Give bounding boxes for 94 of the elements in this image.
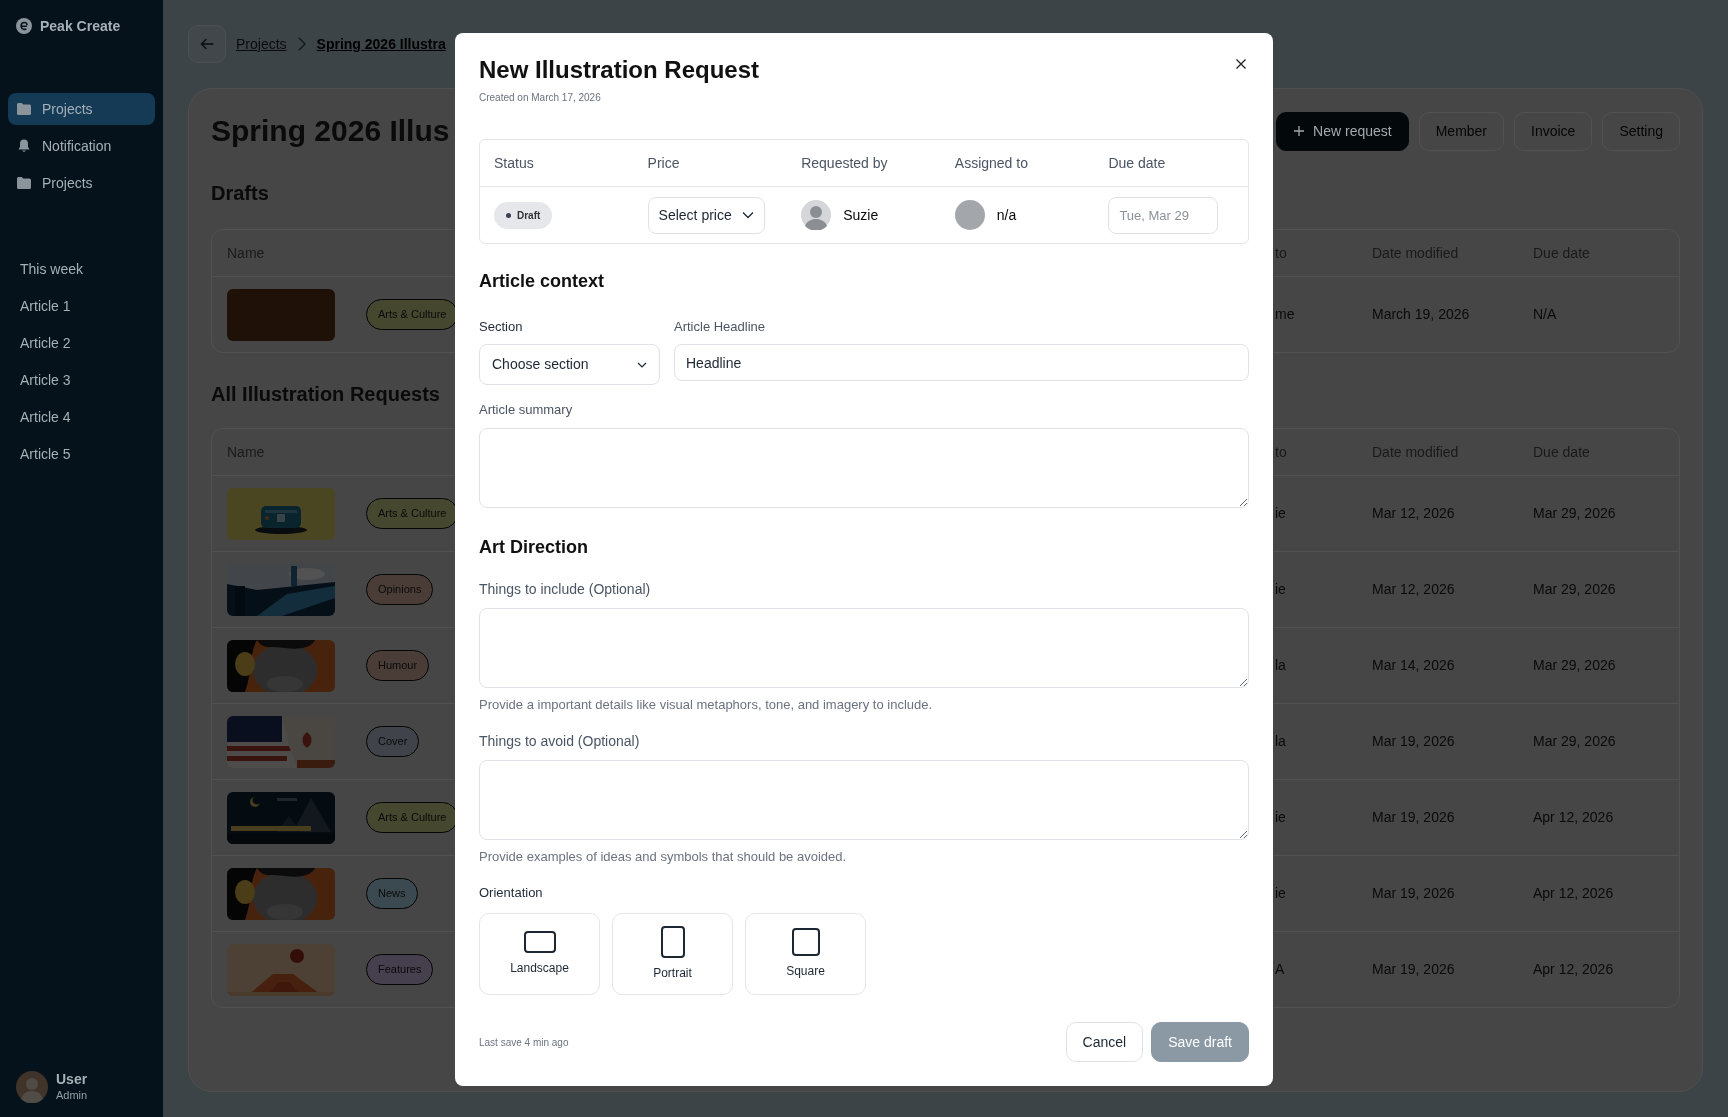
landscape-icon: [523, 931, 556, 953]
table-cell-text: ie: [1275, 504, 1287, 523]
section-title: Art Direction: [479, 536, 589, 558]
table-cell-text: Mar 19, 2026: [1372, 960, 1456, 979]
last-saved-text: Last save 4 min ago: [479, 1035, 569, 1050]
field-label: Orientation: [479, 884, 544, 902]
caret-icon: [741, 211, 754, 219]
logo-icon: [16, 18, 32, 34]
avatar-icon: [801, 200, 832, 230]
category-tag: News: [366, 878, 418, 909]
field-label: Article summary: [479, 401, 574, 419]
category-tag: Humour: [366, 650, 430, 681]
sidebar-item[interactable]: Article 2: [8, 333, 83, 353]
new-request-button[interactable]: New request: [1276, 111, 1409, 151]
bell-icon: [16, 138, 32, 154]
sidebar-item[interactable]: Article 3: [8, 370, 83, 390]
field-label: Section: [479, 318, 524, 336]
table-cell-text: la: [1275, 732, 1287, 751]
sidebar-item[interactable]: Article 4: [8, 407, 83, 427]
table-cell-text: March 19, 2026: [1372, 305, 1471, 324]
table-cell-text: ie: [1275, 580, 1287, 599]
cancel-button[interactable]: Cancel: [1065, 1022, 1144, 1062]
sidebar-item[interactable]: Article 5: [8, 444, 83, 464]
folder-icon: [16, 101, 32, 117]
table-cell-text: ie: [1275, 884, 1287, 903]
help-text: Provide a important details like visual metaphors, tone, and imagery to include.: [479, 696, 934, 714]
avatar-icon: [954, 200, 985, 230]
person-name: n/a: [996, 205, 1017, 225]
price-dropdown[interactable]: Select price: [647, 196, 765, 234]
section-dropdown[interactable]: Choose section: [479, 344, 660, 385]
orientation-option[interactable]: Square: [745, 913, 866, 995]
date-field[interactable]: Tue, Mar 29: [1108, 196, 1219, 234]
section-heading: This week: [19, 260, 85, 279]
table-cell-text: Mar 29, 2026: [1533, 656, 1617, 675]
sidebar-item[interactable]: Projects: [8, 93, 155, 125]
column-header: Requested by: [801, 153, 889, 173]
field-label: Article Headline: [674, 318, 767, 336]
column-header: Assigned to: [954, 153, 1029, 173]
text-area[interactable]: [479, 608, 1249, 688]
user-name: User: [56, 1070, 88, 1087]
table-cell-text: Mar 14, 2026: [1372, 656, 1456, 675]
plus-icon: [1293, 125, 1306, 137]
arrow-left-icon: [199, 36, 215, 52]
field-label: Things to include (Optional): [479, 580, 652, 598]
dialog-title: New Illustration Request: [479, 55, 760, 85]
avatar-icon: [16, 1070, 48, 1103]
table-cell-text: Mar 29, 2026: [1533, 504, 1617, 523]
portrait-icon: [660, 926, 685, 958]
summary-field[interactable]: [479, 428, 1249, 508]
table-cell-text: Mar 19, 2026: [1372, 884, 1456, 903]
section-title: Article context: [479, 270, 606, 292]
category-tag: Opinions: [366, 574, 434, 605]
user-role: Admin: [56, 1087, 88, 1103]
person-name: Suzie: [843, 205, 879, 225]
table-cell-text: N/A: [1533, 305, 1558, 324]
status-pill: Draft: [494, 201, 553, 229]
table-cell-text: Apr 12, 2026: [1533, 808, 1615, 827]
created-date: Created on March 17, 2026: [479, 91, 602, 105]
table-cell-text: Mar 29, 2026: [1533, 732, 1617, 751]
column-header: Status: [494, 153, 535, 173]
close-icon: [1235, 58, 1247, 70]
square-icon: [791, 928, 820, 956]
table-cell-text: Mar 29, 2026: [1533, 580, 1617, 599]
table-cell-text: Mar 12, 2026: [1372, 580, 1456, 599]
folder-icon: [16, 175, 32, 191]
table-cell-text: A: [1275, 960, 1286, 979]
section-title: All Illustration Requests: [211, 382, 440, 406]
table-cell-text: Apr 12, 2026: [1533, 884, 1615, 903]
orientation-option[interactable]: Portrait: [612, 913, 733, 995]
section-title: Drafts: [211, 181, 269, 205]
category-tag: Features: [366, 954, 434, 985]
caret-icon: [637, 361, 647, 368]
chevron-right-icon: [296, 36, 307, 52]
help-text: Provide examples of ideas and symbols that should be avoided.: [479, 848, 848, 866]
sidebar-item[interactable]: Projects: [8, 167, 155, 199]
column-header: Due date: [1108, 153, 1167, 173]
sidebar-item[interactable]: Article 1: [8, 296, 83, 316]
headline-field[interactable]: Headline: [674, 344, 1249, 381]
sidebar-item[interactable]: Notification: [8, 130, 155, 162]
table-cell-text: la: [1275, 656, 1287, 675]
table-cell-text: Mar 19, 2026: [1372, 732, 1456, 751]
text-area[interactable]: [479, 760, 1249, 840]
column-header: Price: [647, 153, 681, 173]
table-cell-text: me: [1275, 305, 1296, 324]
field-label: Things to avoid (Optional): [479, 732, 641, 750]
table-cell-text: Mar 19, 2026: [1372, 808, 1456, 827]
app-name: Peak Create: [40, 16, 121, 36]
page-title: Spring 2026 Illus: [211, 113, 450, 149]
table-cell-text: Mar 12, 2026: [1372, 504, 1456, 523]
table-cell-text: ie: [1275, 808, 1287, 827]
table-cell-text: Apr 12, 2026: [1533, 960, 1615, 979]
orientation-option[interactable]: Landscape: [479, 913, 600, 995]
category-tag: Cover: [366, 726, 420, 757]
back-button[interactable]: [188, 25, 226, 63]
